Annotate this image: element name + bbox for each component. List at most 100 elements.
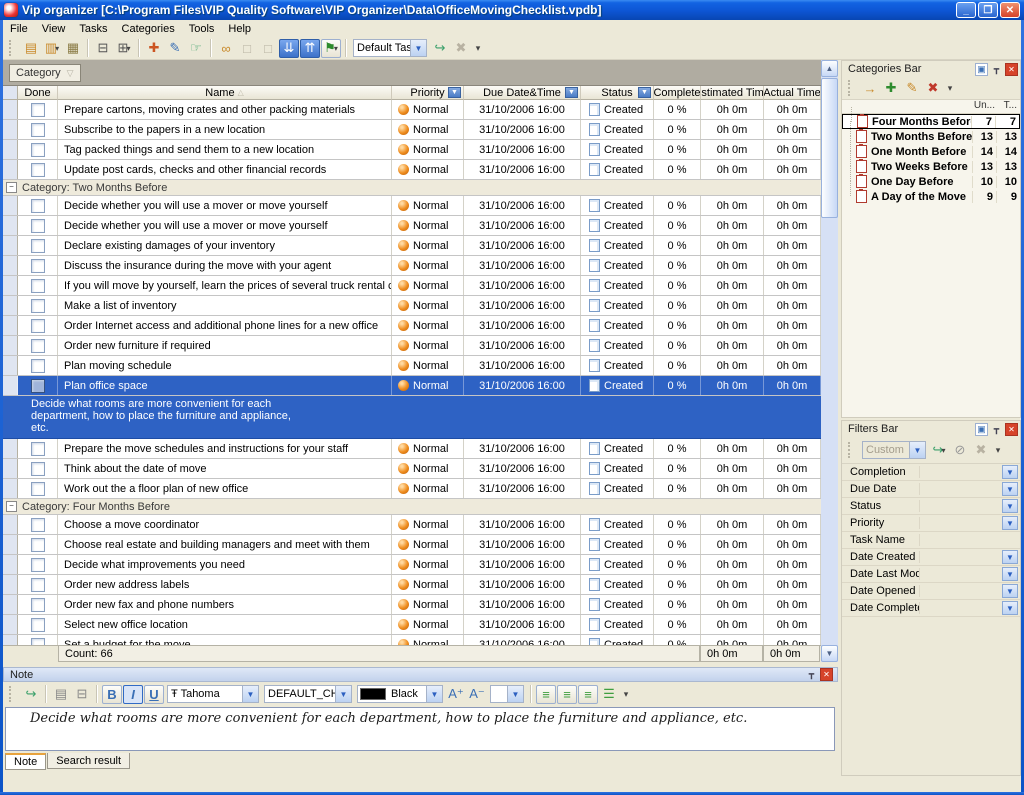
task-checkbox[interactable] <box>31 279 45 293</box>
task-row[interactable]: Order new fax and phone numbersNormal31/… <box>3 595 821 615</box>
assign-note-icon[interactable]: ↪ <box>21 685 41 704</box>
task-checkbox[interactable] <box>31 598 45 612</box>
category-item[interactable]: A Day of the Move99 <box>842 189 1020 204</box>
task-checkbox[interactable] <box>31 199 45 213</box>
task-checkbox[interactable] <box>31 143 45 157</box>
assign-task-icon[interactable]: ☞ <box>186 39 206 58</box>
task-checkbox[interactable] <box>31 482 45 496</box>
tab-search-result[interactable]: Search result <box>47 753 130 769</box>
filter-row-date-last-modified[interactable]: Date Last Modified▼ <box>842 566 1020 583</box>
collapse-icon[interactable]: − <box>6 182 17 193</box>
task-row[interactable]: Tag packed things and send them to a new… <box>3 140 821 160</box>
filter-dropdown-icon[interactable]: ▼ <box>1002 516 1018 530</box>
bullet-list-icon[interactable]: ☰ <box>599 685 619 704</box>
panel-pin-icon[interactable]: ┳ <box>805 668 818 681</box>
task-row[interactable]: Order Internet access and additional pho… <box>3 316 821 336</box>
clear-filter-icon[interactable]: ⊘ <box>950 441 970 460</box>
print-icon[interactable]: ⊟ <box>93 39 113 58</box>
task-checkbox[interactable] <box>31 462 45 476</box>
align-left-icon[interactable]: ≡ <box>536 685 556 704</box>
menu-file[interactable]: File <box>3 21 35 37</box>
filter-chevron-icon[interactable]: ▼ <box>565 87 578 98</box>
category-item[interactable]: One Day Before1010 <box>842 174 1020 189</box>
task-checkbox[interactable] <box>31 618 45 632</box>
group-by-category-chip[interactable]: Category ▽ <box>9 64 81 82</box>
toolbar-grip[interactable] <box>848 80 855 96</box>
task-row[interactable]: Select new office locationNormal31/10/20… <box>3 615 821 635</box>
column-header-done[interactable]: Done <box>18 86 58 100</box>
view-notes-icon[interactable]: ∞ <box>216 39 236 58</box>
align-right-icon[interactable]: ≡ <box>578 685 598 704</box>
new-note-icon[interactable]: ▤ <box>21 39 41 58</box>
font-combo[interactable]: Ŧ Tahoma▼ <box>167 685 259 703</box>
filter-row-task-name[interactable]: Task Name <box>842 532 1020 549</box>
apply-view-icon[interactable]: ↪ <box>430 39 450 58</box>
title-bar[interactable]: Vip organizer [C:\Program Files\VIP Qual… <box>0 0 1024 20</box>
font-shrink-icon[interactable]: A⁻ <box>467 685 487 704</box>
filter-dropdown-icon[interactable]: ▼ <box>1002 482 1018 496</box>
note-text-area[interactable]: Decide what rooms are more convenient fo… <box>5 707 835 751</box>
task-checkbox[interactable] <box>31 299 45 313</box>
task-row[interactable]: Prepare cartons, moving crates and other… <box>3 100 821 120</box>
menu-tasks[interactable]: Tasks <box>72 21 114 37</box>
scroll-down-icon[interactable]: ▼ <box>821 645 838 662</box>
chevron-down-icon[interactable]: ▼ <box>426 686 442 702</box>
category-item[interactable]: Four Months Before77 <box>842 114 1020 129</box>
filter-preset-combo[interactable]: Custom▼ <box>862 441 926 459</box>
column-header-priority[interactable]: Priority▼ <box>392 86 464 100</box>
task-row[interactable]: Set a budget for the moveNormal31/10/200… <box>3 635 821 645</box>
task-checkbox[interactable] <box>31 339 45 353</box>
task-checkbox[interactable] <box>31 359 45 373</box>
panel-close-icon[interactable]: ✕ <box>820 668 833 681</box>
filter-dropdown-icon[interactable]: ▼ <box>1002 550 1018 564</box>
task-checkbox[interactable] <box>31 518 45 532</box>
new-database-icon[interactable]: ▥▾ <box>42 39 62 58</box>
task-checkbox[interactable] <box>31 638 45 646</box>
add-task-icon[interactable]: ✚ <box>144 39 164 58</box>
categories-options-icon[interactable]: ▾ <box>944 79 956 98</box>
chevron-down-icon[interactable]: ▾ <box>334 44 338 53</box>
task-checkbox[interactable] <box>31 123 45 137</box>
menu-categories[interactable]: Categories <box>115 21 182 37</box>
filter-chevron-icon[interactable]: ▼ <box>638 87 651 98</box>
task-row[interactable]: Decide whether you will use a mover or m… <box>3 216 821 236</box>
toolbar-grip[interactable] <box>9 40 16 56</box>
category-item[interactable]: Two Months Before1313 <box>842 129 1020 144</box>
chevron-down-icon[interactable]: ▼ <box>909 442 925 458</box>
chevron-down-icon[interactable]: ▾ <box>55 44 59 53</box>
task-checkbox[interactable] <box>31 558 45 572</box>
collapse-icon[interactable]: − <box>6 501 17 512</box>
panel-close-icon[interactable]: ✕ <box>1005 423 1018 436</box>
column-header-status[interactable]: Status▼ <box>581 86 654 100</box>
close-button[interactable]: ✕ <box>1000 2 1020 18</box>
task-row[interactable]: Work out the a floor plan of new officeN… <box>3 479 821 499</box>
chevron-down-icon[interactable]: ▾ <box>126 44 130 53</box>
menu-view[interactable]: View <box>35 21 73 37</box>
panel-pin-icon[interactable]: ┳ <box>990 63 1003 76</box>
filter-row-date-created[interactable]: Date Created▼ <box>842 549 1020 566</box>
underline-icon[interactable]: U <box>144 685 164 704</box>
collapse-all-icon[interactable]: ⇈ <box>300 39 320 58</box>
category-item[interactable]: One Month Before1414 <box>842 144 1020 159</box>
task-checkbox[interactable] <box>31 319 45 333</box>
restore-button[interactable]: ❐ <box>978 2 998 18</box>
panel-close-icon[interactable]: ✕ <box>1005 63 1018 76</box>
scroll-thumb[interactable] <box>821 78 838 218</box>
task-row[interactable]: Discuss the insurance during the move wi… <box>3 256 821 276</box>
chevron-down-icon[interactable]: ▼ <box>242 686 258 702</box>
task-row[interactable]: Subscribe to the papers in a new locatio… <box>3 120 821 140</box>
filter-row-due-date[interactable]: Due Date▼ <box>842 481 1020 498</box>
minimize-button[interactable]: _ <box>956 2 976 18</box>
filter-dropdown-icon[interactable]: ▼ <box>1002 465 1018 479</box>
task-checkbox[interactable] <box>31 219 45 233</box>
edit-task-icon[interactable]: ✎ <box>165 39 185 58</box>
category-row[interactable]: −Category: Two Months Before <box>3 180 821 196</box>
task-row[interactable]: If you will move by yourself, learn the … <box>3 276 821 296</box>
bold-icon[interactable]: B <box>102 685 122 704</box>
panel-float-icon[interactable]: ▣ <box>975 63 988 76</box>
chevron-down-icon[interactable]: ▼ <box>507 686 523 702</box>
column-header-complete[interactable]: Complete <box>654 86 701 100</box>
column-header-estimated-time[interactable]: Estimated Time <box>701 86 764 100</box>
category-row[interactable]: −Category: Four Months Before <box>3 499 821 515</box>
task-checkbox[interactable] <box>31 379 45 393</box>
